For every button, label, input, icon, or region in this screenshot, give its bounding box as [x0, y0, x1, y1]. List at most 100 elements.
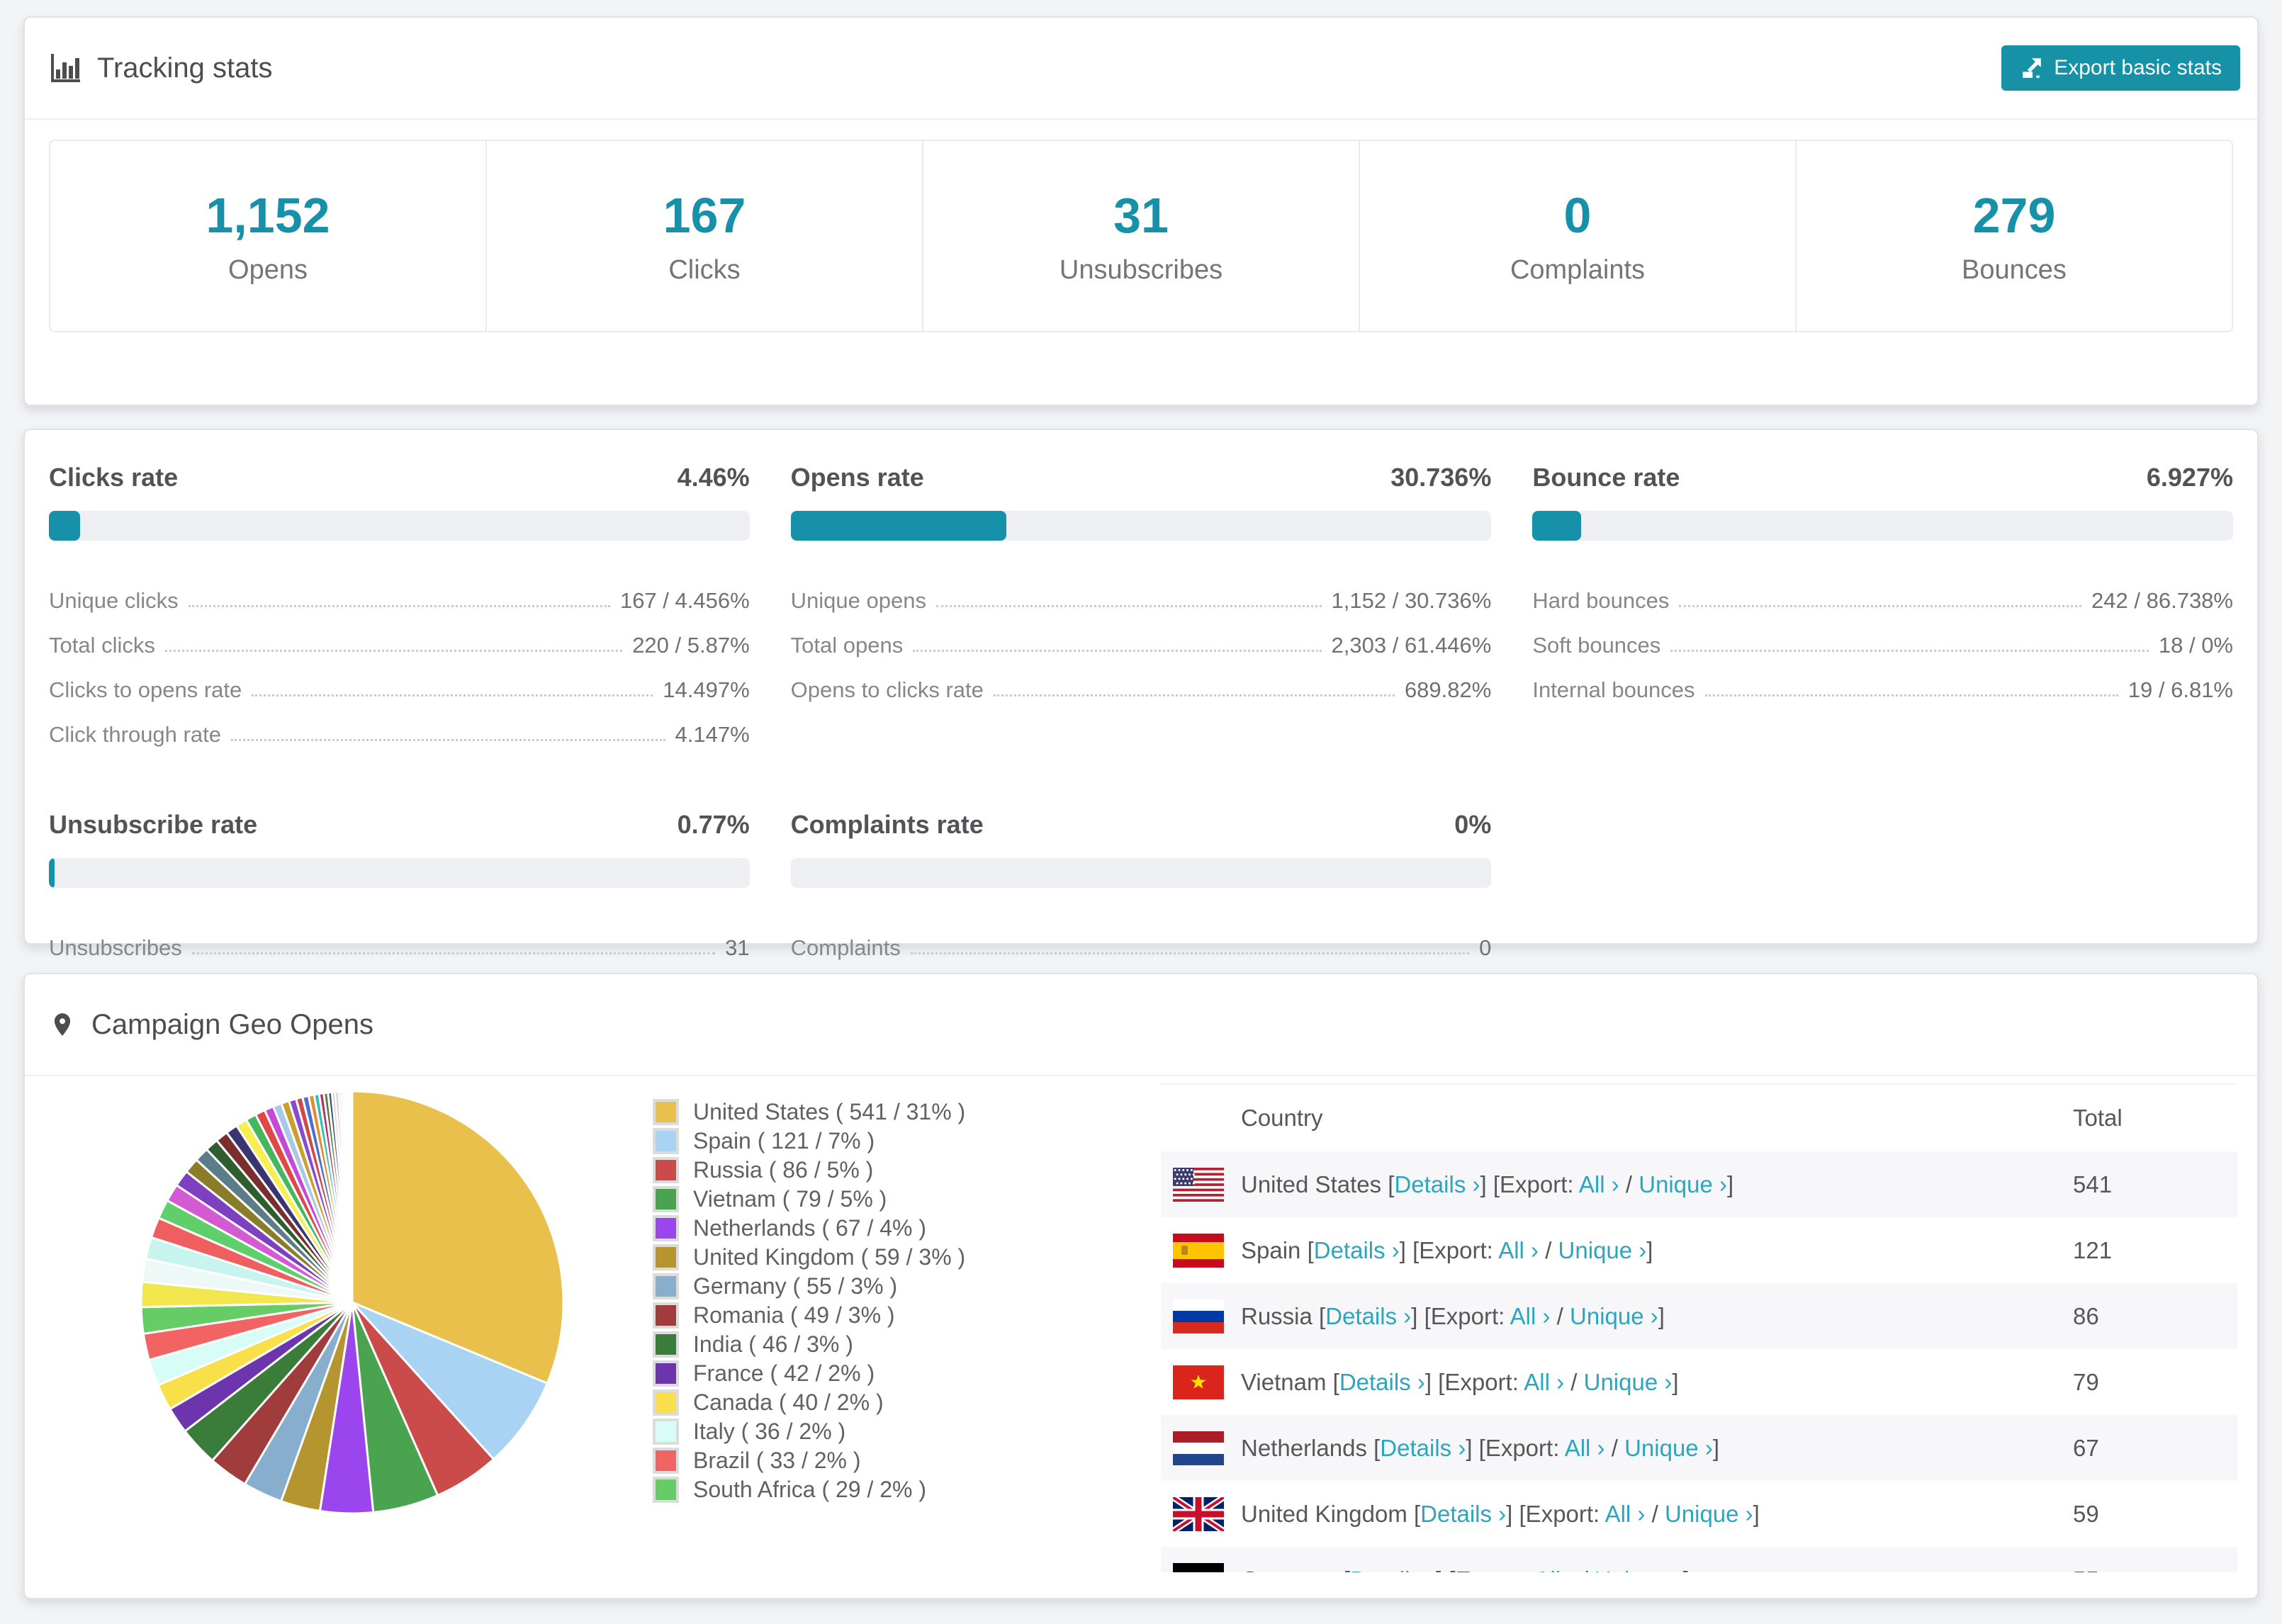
- export-all-link[interactable]: All ›: [1565, 1435, 1605, 1461]
- details-link[interactable]: Details ›: [1350, 1567, 1436, 1573]
- flag-de-icon: [1173, 1562, 1224, 1572]
- legend-label: Germany ( 55 / 3% ): [693, 1273, 898, 1299]
- legend-label: Canada ( 40 / 2% ): [693, 1389, 884, 1415]
- flag-cell: [1161, 1233, 1241, 1268]
- total-cell: 86: [2073, 1302, 2099, 1329]
- rate-progress-track: [49, 858, 750, 888]
- legend-item-united-states: United States ( 541 / 31% ): [653, 1098, 965, 1127]
- export-all-link[interactable]: All ›: [1579, 1171, 1619, 1197]
- flag-cell: [1161, 1562, 1241, 1572]
- legend-swatch: [653, 1448, 679, 1474]
- details-link[interactable]: Details ›: [1325, 1303, 1411, 1329]
- details-link[interactable]: Details ›: [1380, 1435, 1466, 1461]
- dotted-leader: [1704, 694, 2118, 697]
- dotted-leader: [191, 952, 716, 954]
- details-link[interactable]: Details ›: [1314, 1237, 1400, 1263]
- rate-title: Opens rate: [790, 463, 924, 492]
- export-all-link[interactable]: All ›: [1498, 1237, 1539, 1263]
- legend-swatch: [653, 1244, 679, 1270]
- rate-progress-fill: [49, 858, 55, 888]
- export-unique-link[interactable]: Unique ›: [1570, 1303, 1658, 1329]
- geo-header: Campaign Geo Opens: [25, 974, 2257, 1076]
- detail-value: 1,152 / 30.736%: [1331, 588, 1492, 613]
- detail-value: 242 / 86.738%: [2091, 588, 2233, 613]
- country-cell: United Kingdom [Details ›] [Export: All …: [1241, 1500, 1760, 1527]
- details-link[interactable]: Details ›: [1339, 1369, 1425, 1395]
- rate-detail-row: Click through rate 4.147%: [49, 703, 750, 748]
- export-unique-link[interactable]: Unique ›: [1665, 1501, 1753, 1527]
- detail-label: Hard bounces: [1532, 588, 1670, 613]
- detail-value: 18 / 0%: [2158, 633, 2233, 658]
- export-all-link[interactable]: All ›: [1524, 1369, 1564, 1395]
- dotted-leader: [913, 650, 1322, 652]
- rate-panel-head: Clicks rate 4.46%: [49, 463, 750, 492]
- detail-value: 220 / 5.87%: [632, 633, 750, 658]
- export-unique-link[interactable]: Unique ›: [1595, 1567, 1683, 1573]
- dotted-leader: [910, 952, 1470, 954]
- stat-cell-opens: 1,152 Opens: [50, 141, 487, 331]
- rates-card: Clicks rate 4.46% Unique clicks 167 / 4.456…: [23, 429, 2259, 960]
- rate-detail-row: Unsubscribes 31: [49, 916, 750, 961]
- rate-detail-row: Soft bounces 18 / 0%: [1532, 614, 2233, 658]
- detail-label: Unique opens: [790, 588, 926, 613]
- tracking-stats-title: Tracking stats: [49, 52, 272, 84]
- table-row-united-kingdom: United Kingdom [Details ›] [Export: All …: [1161, 1481, 2237, 1547]
- flag-ru-icon: [1173, 1299, 1224, 1333]
- dotted-leader: [230, 739, 665, 741]
- export-basic-stats-button[interactable]: Export basic stats: [2001, 45, 2240, 91]
- export-unique-link[interactable]: Unique ›: [1558, 1237, 1647, 1263]
- dotted-leader: [993, 694, 1395, 697]
- stat-value-clicks: 167: [663, 187, 746, 243]
- stat-label-complaints: Complaints: [1510, 254, 1646, 285]
- export-unique-link[interactable]: Unique ›: [1584, 1369, 1673, 1395]
- rate-detail-row: Internal bounces 19 / 6.81%: [1532, 658, 2233, 703]
- geo-table-header: Country Total: [1161, 1083, 2237, 1151]
- rate-panel-head: Unsubscribe rate 0.77%: [49, 810, 750, 840]
- rate-value: 4.46%: [677, 463, 750, 492]
- legend-label: India ( 46 / 3% ): [693, 1331, 853, 1357]
- export-all-link[interactable]: All ›: [1510, 1303, 1551, 1329]
- tracking-stats-card: Tracking stats Export basic stats 1,152 O…: [23, 16, 2259, 406]
- export-all-link[interactable]: All ›: [1605, 1501, 1646, 1527]
- rate-panel-opens-rate: Opens rate 30.736% Unique opens 1,152 / 30.…: [790, 463, 1492, 748]
- legend-label: Italy ( 36 / 2% ): [693, 1419, 846, 1444]
- rate-panel-head: Complaints rate 0%: [791, 810, 1492, 840]
- detail-value: 0: [1479, 935, 1492, 960]
- detail-value: 19 / 6.81%: [2128, 677, 2233, 702]
- total-cell: 59: [2073, 1500, 2099, 1527]
- dotted-leader: [1670, 650, 2149, 652]
- legend-item-south-africa: South Africa ( 29 / 2% ): [653, 1475, 965, 1504]
- rate-value: 30.736%: [1390, 463, 1492, 492]
- stat-label-clicks: Clicks: [668, 254, 741, 285]
- rate-title: Bounce rate: [1532, 463, 1680, 492]
- rate-detail-row: Total clicks 220 / 5.87%: [49, 614, 750, 658]
- legend-swatch: [653, 1331, 679, 1358]
- rate-value: 6.927%: [2146, 463, 2233, 492]
- export-all-link[interactable]: All ›: [1534, 1567, 1575, 1573]
- flag-cell: [1161, 1431, 1241, 1465]
- rate-panel-unsubscribe-rate: Unsubscribe rate 0.77% Unsubscribes 31: [49, 810, 750, 961]
- rate-detail-row: Clicks to opens rate 14.497%: [49, 658, 750, 703]
- export-unique-link[interactable]: Unique ›: [1624, 1435, 1713, 1461]
- export-unique-link[interactable]: Unique ›: [1639, 1171, 1727, 1197]
- rate-value: 0%: [1454, 810, 1492, 839]
- legend-item-germany: Germany ( 55 / 3% ): [653, 1272, 965, 1301]
- dotted-leader: [1679, 605, 2082, 607]
- legend-item-india: India ( 46 / 3% ): [653, 1330, 965, 1359]
- flag-cell: [1161, 1496, 1241, 1531]
- geo-table: Country Total United States [Details ›] …: [1161, 1083, 2237, 1572]
- stat-label-unsubscribes: Unsubscribes: [1059, 254, 1223, 285]
- total-column-header: Total: [2073, 1105, 2123, 1131]
- details-link[interactable]: Details ›: [1420, 1501, 1506, 1527]
- legend-item-romania: Romania ( 49 / 3% ): [653, 1301, 965, 1330]
- rate-detail-row: Total opens 2,303 / 61.446%: [791, 614, 1492, 658]
- table-row-germany: Germany [Details ›] [Export: All › / Uni…: [1161, 1547, 2237, 1572]
- detail-label: Total opens: [790, 633, 904, 658]
- legend-label: South Africa ( 29 / 2% ): [693, 1477, 927, 1502]
- detail-label: Click through rate: [49, 722, 221, 747]
- legend-swatch: [653, 1186, 679, 1212]
- legend-item-italy: Italy ( 36 / 2% ): [653, 1417, 965, 1446]
- details-link[interactable]: Details ›: [1394, 1171, 1480, 1197]
- table-row-united-states: United States [Details ›] [Export: All ›…: [1161, 1151, 2237, 1217]
- rate-progress-track: [790, 511, 1492, 541]
